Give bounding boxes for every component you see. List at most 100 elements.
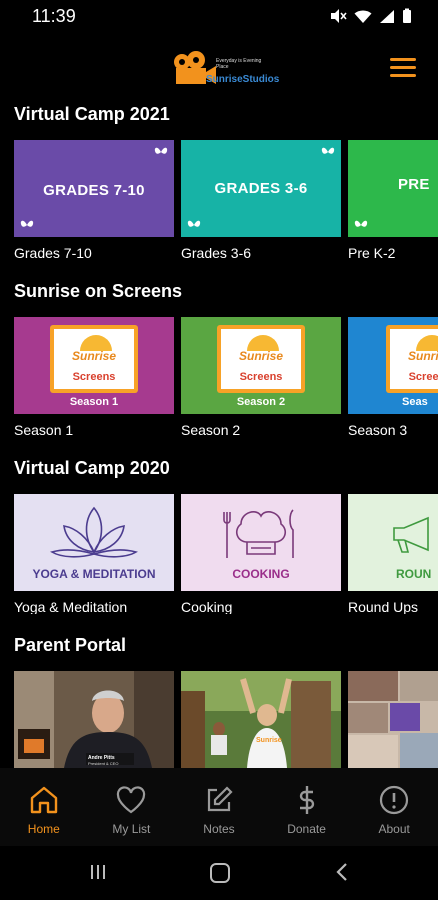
menu-bar-icon [390, 74, 416, 77]
carousel-row[interactable]: GRADES 7-10 Grades 7-10 GRADES 3-6 Grade… [14, 140, 438, 260]
tab-label: Notes [203, 822, 235, 836]
card-thumbnail: ROUN [348, 494, 438, 591]
home-icon [30, 786, 57, 814]
butterfly-icon [321, 147, 335, 154]
tv-text-screens: Screens [239, 371, 283, 383]
card-grades-7-10[interactable]: GRADES 7-10 Grades 7-10 [14, 140, 174, 260]
tv-text-sunrise: Sunrise [238, 349, 283, 363]
card-caption: Yoga & Meditation [14, 599, 128, 614]
card-thumbnail: Sunrise Screens Season 1 [14, 317, 174, 414]
battery-icon [403, 8, 411, 23]
tab-about[interactable]: About [350, 768, 438, 846]
status-bar: 11:39 [0, 0, 438, 34]
lotus-icon [50, 506, 138, 558]
carousel-row[interactable]: YOGA & MEDITATION Yoga & Meditation COOK… [14, 494, 438, 614]
wifi-icon [354, 10, 372, 23]
section-title: Sunrise on Screens [14, 281, 183, 301]
card-thumbnail: GRADES 3-6 [181, 140, 341, 237]
presenter-title-tag: President & CEO [88, 761, 119, 766]
card-caption: Season 3 [348, 422, 408, 437]
tv-text-screens: Screens [72, 371, 116, 383]
thumbnail-label: Season 2 [236, 396, 286, 408]
tv-graphic: Sunrise Screens [217, 325, 305, 393]
thumbnail-label: COOKING [232, 567, 290, 581]
card-thumbnail: YOGA & MEDITATION [14, 494, 174, 591]
card-grades-3-6[interactable]: GRADES 3-6 Grades 3-6 [181, 140, 341, 260]
recent-apps-icon[interactable] [88, 862, 108, 882]
tab-notes[interactable]: Notes [175, 768, 263, 846]
thumbnail-label: Seas [402, 396, 428, 408]
camp-playground-photo [181, 671, 341, 768]
app-header: Everyday is Evening Place SunriseStudios [0, 38, 438, 100]
butterfly-icon [354, 220, 368, 227]
card-parent-video-1[interactable]: Andre Pitts President & CEO [14, 671, 174, 768]
tab-home[interactable]: Home [0, 768, 88, 846]
tab-label: My List [112, 822, 151, 836]
card-caption: Grades 7-10 [14, 245, 92, 260]
card-thumbnail: PRE [348, 140, 438, 237]
tv-text-sunrise: Sunrise [407, 349, 438, 363]
home-nav-icon[interactable] [209, 862, 231, 884]
thumbnail-label: GRADES 3-6 [214, 180, 308, 197]
tv-graphic: Sunrise Screens [386, 325, 438, 393]
menu-bar-icon [390, 58, 416, 61]
edit-icon [207, 786, 233, 812]
megaphone-icon [393, 516, 429, 553]
presenter-photo [14, 671, 174, 768]
logo-brand: SunriseStudios [206, 74, 280, 85]
butterfly-icon [154, 147, 168, 154]
card-season-1[interactable]: Sunrise Screens Season 1 Season 1 [14, 317, 174, 437]
carousel-row[interactable]: Andre Pitts President & CEO Sunrise [14, 671, 438, 768]
mute-icon [331, 9, 347, 23]
logo-tagline: Everyday is Evening Place [216, 58, 262, 70]
card-cooking[interactable]: COOKING Cooking [181, 494, 341, 614]
card-season-3[interactable]: Sunrise Screens Seas Season 3 [348, 317, 438, 437]
video-thumbnail [348, 671, 438, 768]
thumbnail-label: ROUN [396, 567, 432, 581]
card-caption: Season 2 [181, 422, 241, 437]
card-thumbnail: COOKING [181, 494, 341, 591]
back-icon[interactable] [334, 862, 350, 882]
thumbnail-label: Season 1 [69, 396, 119, 408]
card-pre-k-2[interactable]: PRE Pre K-2 [348, 140, 438, 260]
carousel-row[interactable]: Sunrise Screens Season 1 Season 1 Sunris… [14, 317, 438, 437]
card-caption: Season 1 [14, 422, 74, 437]
butterfly-icon [20, 220, 34, 227]
content-scroll[interactable]: Virtual Camp 2021 GRADES 7-10 Grades 7-1… [0, 100, 438, 768]
video-thumbnail: Andre Pitts President & CEO [14, 671, 174, 768]
tab-my-list[interactable]: My List [88, 768, 176, 846]
card-round-ups[interactable]: ROUN Round Ups [348, 494, 438, 614]
tv-text-sunrise: Sunrise [71, 349, 116, 363]
card-season-2[interactable]: Sunrise Screens Season 2 Season 2 [181, 317, 341, 437]
heart-icon [117, 786, 146, 814]
card-parent-video-2[interactable]: Sunrise [181, 671, 341, 768]
card-yoga-meditation[interactable]: YOGA & MEDITATION Yoga & Meditation [14, 494, 174, 614]
card-thumbnail: Sunrise Screens Season 2 [181, 317, 341, 414]
butterfly-icon [187, 220, 201, 227]
card-thumbnail: Sunrise Screens Seas [348, 317, 438, 414]
bottom-tab-bar: Home My List Notes Donate About [0, 768, 438, 846]
sunrise-studios-logo[interactable]: Everyday is Evening Place SunriseStudios [172, 48, 279, 90]
hamburger-menu-button[interactable] [390, 58, 416, 80]
tab-donate[interactable]: Donate [263, 768, 351, 846]
thumbnail-label: YOGA & MEDITATION [32, 567, 156, 581]
collage-photo [348, 671, 438, 768]
tab-label: Home [27, 822, 60, 836]
signal-icon [380, 9, 394, 23]
section-title: Parent Portal [14, 635, 127, 655]
menu-bar-icon [390, 66, 416, 69]
card-caption: Round Ups [348, 599, 419, 614]
thumbnail-label: GRADES 7-10 [43, 182, 145, 199]
status-icons [329, 8, 412, 24]
info-icon [380, 785, 409, 815]
tv-graphic: Sunrise Screens [50, 325, 138, 393]
card-parent-video-3[interactable] [348, 671, 438, 768]
status-time: 11:39 [32, 6, 76, 26]
video-thumbnail: Sunrise [181, 671, 341, 768]
thumbnail-label: PRE [398, 176, 430, 193]
card-caption: Cooking [181, 599, 233, 614]
dollar-icon [299, 786, 314, 814]
card-caption: Pre K-2 [348, 245, 396, 260]
tv-text-screens: Screens [408, 371, 438, 383]
tab-label: Donate [287, 822, 326, 836]
